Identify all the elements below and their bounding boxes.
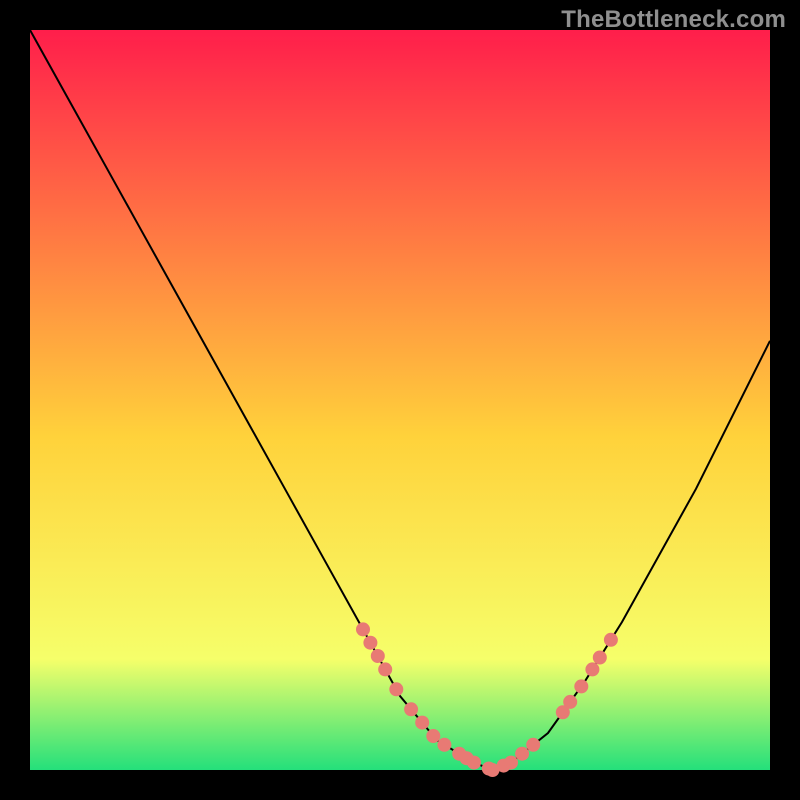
chart-svg: [0, 0, 800, 800]
highlight-dot: [404, 702, 418, 716]
highlight-dot: [371, 649, 385, 663]
highlight-dot: [593, 651, 607, 665]
highlight-dot: [356, 622, 370, 636]
chart-frame: { "watermark": "TheBottleneck.com", "col…: [0, 0, 800, 800]
highlight-dot: [574, 679, 588, 693]
highlight-dot: [585, 662, 599, 676]
highlight-dot: [389, 682, 403, 696]
highlight-dot: [563, 695, 577, 709]
highlight-dot: [467, 756, 481, 770]
highlight-dot: [363, 636, 377, 650]
highlight-dot: [415, 716, 429, 730]
highlight-dot: [437, 738, 451, 752]
highlight-dot: [426, 729, 440, 743]
highlight-dot: [604, 633, 618, 647]
highlight-dot: [378, 662, 392, 676]
highlight-dot: [515, 747, 529, 761]
highlight-dot: [504, 756, 518, 770]
watermark-text: TheBottleneck.com: [561, 6, 786, 34]
plot-background: [30, 30, 770, 770]
highlight-dot: [526, 738, 540, 752]
